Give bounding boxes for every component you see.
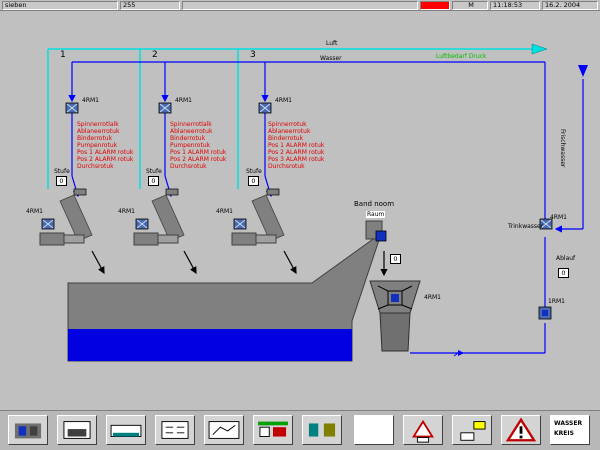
conveyor-label: Band noom bbox=[354, 200, 395, 208]
flow-arrow-icon bbox=[458, 350, 464, 356]
wasser-panel-text-2: KREIS bbox=[554, 430, 574, 437]
conveyor-icon bbox=[308, 423, 336, 437]
motor-tag-3: 4RM1 bbox=[216, 208, 233, 215]
overview-icon bbox=[14, 423, 42, 439]
stufe-label-2: Stufe bbox=[146, 168, 162, 175]
layout-icon bbox=[161, 421, 189, 439]
blank-button[interactable] bbox=[354, 415, 394, 445]
alarm-icon bbox=[411, 419, 435, 443]
pump-tag: 1RM1 bbox=[548, 298, 565, 305]
air-label: Luft bbox=[326, 40, 338, 47]
stufe-value-1[interactable]: 0 bbox=[56, 176, 67, 186]
stufe-value-2[interactable]: 0 bbox=[148, 176, 159, 186]
nozzles bbox=[73, 188, 280, 196]
warning-button[interactable] bbox=[501, 415, 541, 445]
right-pump bbox=[538, 306, 552, 320]
date: 16.2. 2004 bbox=[542, 1, 598, 10]
bottom-toolbar: WASSER KREIS bbox=[0, 410, 600, 450]
station-tag-top-1: 4RM1 bbox=[82, 97, 99, 104]
conveyor-sub-label: Raum bbox=[366, 211, 386, 218]
station-status-3: Spinnerrotuk Ablaneerrotuk Binderrotuk P… bbox=[268, 121, 325, 170]
overview-button[interactable] bbox=[8, 415, 48, 445]
right-valve-label: Trinkwasser bbox=[508, 223, 544, 230]
hopper bbox=[369, 280, 421, 352]
alarm-indicator[interactable] bbox=[420, 1, 450, 10]
mode-indicator: M bbox=[452, 1, 488, 10]
machine-line-icon bbox=[110, 424, 142, 437]
wasser-panel-button[interactable]: WASSER KREIS bbox=[550, 415, 590, 445]
station-tag-top-3: 4RM1 bbox=[275, 97, 292, 104]
conveyor-button[interactable] bbox=[302, 415, 342, 445]
air-demand-label: Luftbedarf Druck bbox=[436, 53, 487, 60]
water-label: Wasser bbox=[320, 55, 342, 62]
stufe-label-1: Stufe bbox=[54, 168, 70, 175]
right-valve-tag: 4RM1 bbox=[550, 214, 567, 221]
window-title: sieben bbox=[2, 1, 118, 10]
stufe-value-3[interactable]: 0 bbox=[248, 176, 259, 186]
hopper-tag: 4RM1 bbox=[424, 294, 441, 301]
station-number-2: 2 bbox=[152, 50, 158, 60]
alarm-b-button[interactable] bbox=[452, 415, 492, 445]
machine-icon bbox=[63, 421, 91, 439]
freshwater-label: Frischwasser bbox=[559, 129, 566, 168]
station-button[interactable] bbox=[253, 415, 293, 445]
station-status-2: Spinnerrotlalk Ablaneerrotuk Binderrotuk… bbox=[170, 121, 227, 170]
process-icon bbox=[208, 421, 240, 439]
wasser-panel-text-1: WASSER bbox=[554, 420, 583, 427]
alarm-ack-icon bbox=[460, 421, 486, 441]
motor-blocks bbox=[39, 232, 277, 246]
drain-label: Ablauf bbox=[556, 255, 576, 262]
station-number-1: 1 bbox=[60, 50, 66, 60]
message-field bbox=[182, 1, 418, 10]
counter: 255 bbox=[120, 1, 180, 10]
conveyor-value[interactable]: 0 bbox=[390, 254, 401, 264]
clock: 11:18:53 bbox=[490, 1, 540, 10]
machine-2-button[interactable] bbox=[106, 415, 146, 445]
station-tag-top-2: 4RM1 bbox=[175, 97, 192, 104]
air-source-icon bbox=[531, 43, 548, 55]
process-canvas: Luft Wasser Luftbedarf Druck Frischwasse… bbox=[0, 11, 600, 410]
drain-value[interactable]: 0 bbox=[558, 268, 569, 278]
wash-tank bbox=[67, 236, 381, 362]
station-number-3: 3 bbox=[250, 50, 256, 60]
station-status-1: Spinnerrotlalk Ablaneerrotuk Binderrotuk… bbox=[77, 121, 134, 170]
stufe-label-3: Stufe bbox=[246, 168, 262, 175]
inlet-arrow-icon bbox=[578, 65, 588, 77]
process-button[interactable] bbox=[204, 415, 244, 445]
motor-tag-1: 4RM1 bbox=[26, 208, 43, 215]
machine-1-button[interactable] bbox=[57, 415, 97, 445]
status-bar: sieben 255 M 11:18:53 16.2. 2004 bbox=[0, 0, 600, 11]
motor-tag-2: 4RM1 bbox=[118, 208, 135, 215]
alarm-a-button[interactable] bbox=[403, 415, 443, 445]
station-icon bbox=[258, 421, 288, 437]
layout-button[interactable] bbox=[155, 415, 195, 445]
conveyor-motor-icon bbox=[375, 230, 387, 242]
warning-icon bbox=[505, 417, 537, 442]
process-diagram bbox=[39, 43, 588, 362]
top-valves bbox=[65, 102, 272, 114]
